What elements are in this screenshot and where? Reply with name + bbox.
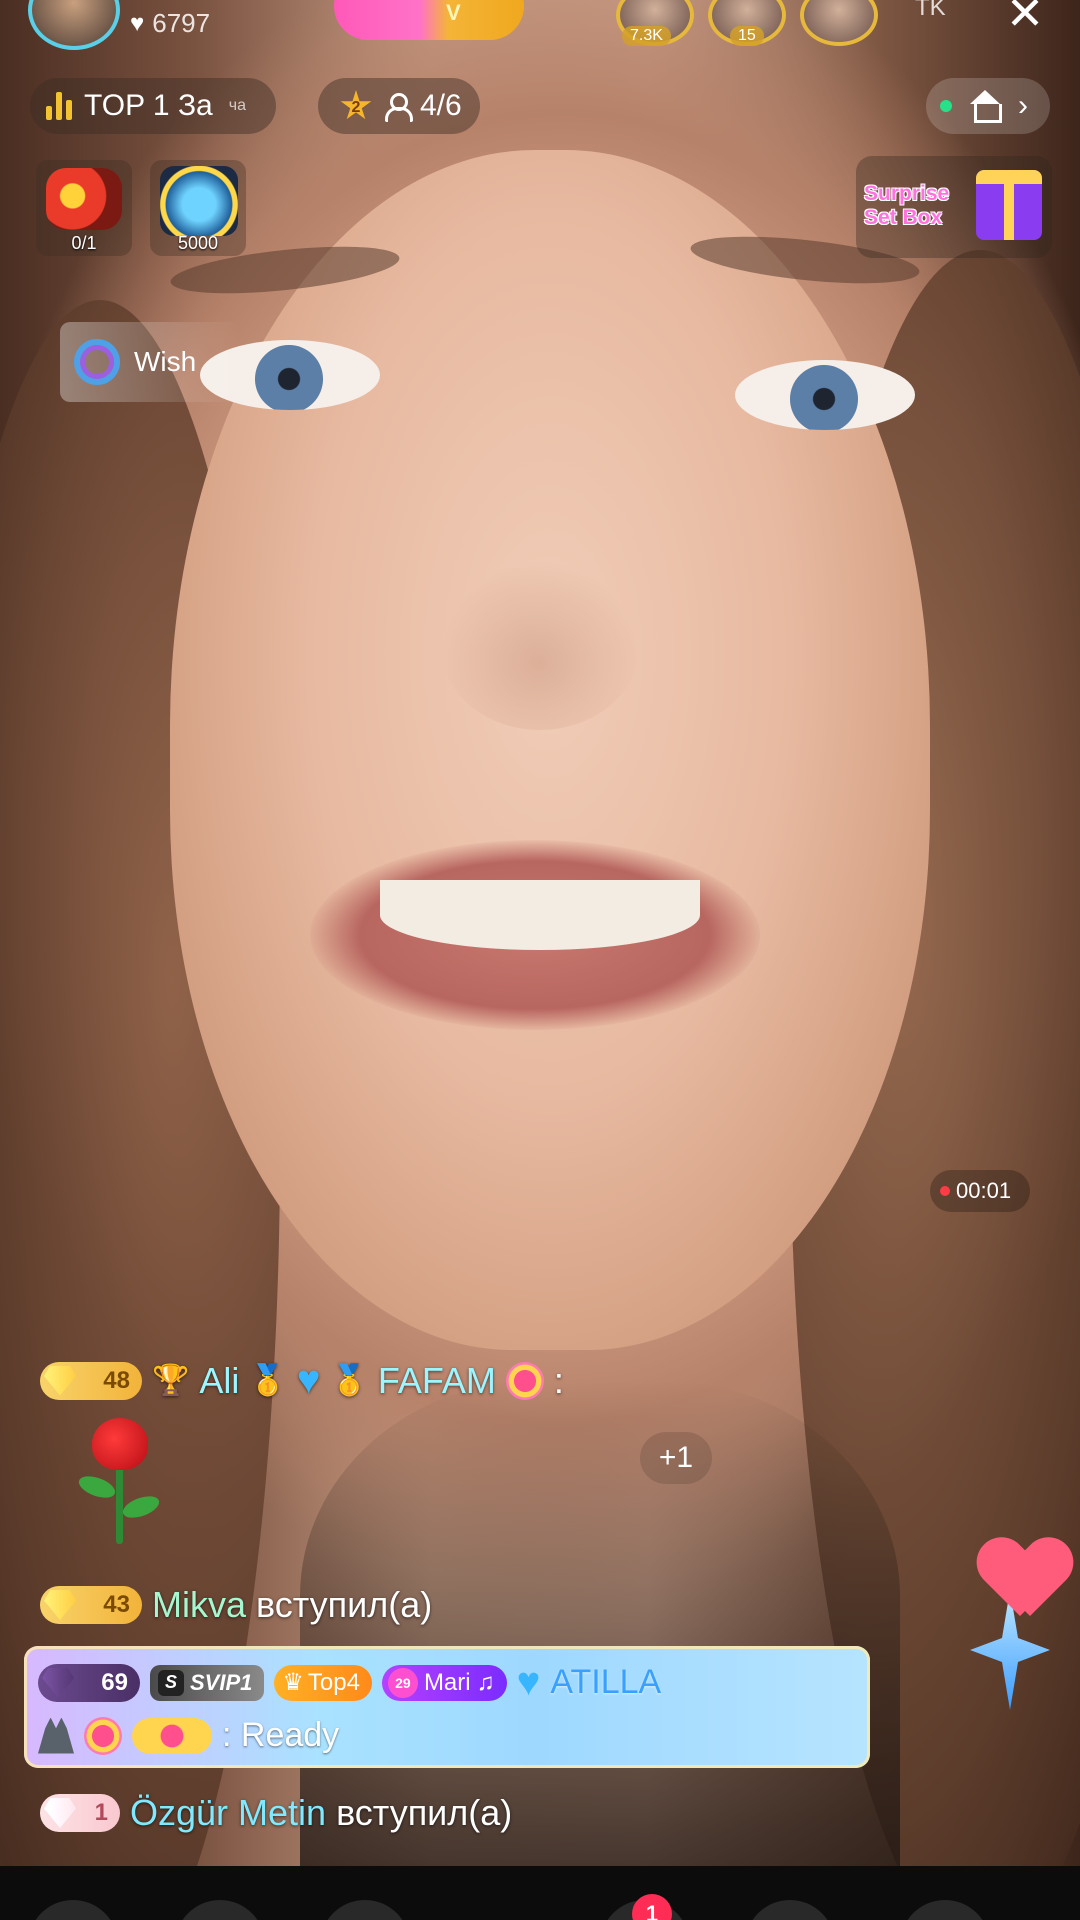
music-note-icon: ♫ xyxy=(476,1668,495,1696)
recording-timer: 00:01 xyxy=(930,1170,1030,1212)
live-stream-video xyxy=(0,0,1080,1920)
wish-button[interactable]: Wish xyxy=(60,322,240,402)
chat-text: : Ready xyxy=(222,1716,340,1754)
follow-pill[interactable] xyxy=(334,0,524,40)
wolf-icon xyxy=(38,1717,74,1754)
chat-message-1[interactable]: 48 🏆 Ali 🥇 ♥ 🥇 FAFAM : xyxy=(40,1358,564,1403)
chevron-right-icon: › xyxy=(1018,89,1028,122)
heart-coin-icon xyxy=(505,1361,544,1400)
chat-username-2[interactable]: FAFAM xyxy=(378,1360,496,1402)
tk-label: TK xyxy=(915,0,946,21)
floating-heart-icon xyxy=(980,1540,1070,1620)
chat-action: вступил(а) xyxy=(256,1584,433,1625)
helmet-icon xyxy=(160,166,238,236)
chat-username[interactable]: ATILLA xyxy=(550,1663,661,1702)
gift-box-icon xyxy=(976,170,1042,240)
chat-username[interactable]: Ali xyxy=(199,1360,239,1402)
medal-icon: 🥇 xyxy=(330,1364,368,1397)
chat-message-2[interactable]: 43 Mikva вступил(а) xyxy=(40,1584,432,1626)
record-dot-icon xyxy=(940,1186,950,1196)
winged-heart-icon xyxy=(132,1717,212,1754)
top-weekly-badge: ♛ Top4 xyxy=(274,1664,372,1701)
eye-right xyxy=(735,360,915,430)
host-level-badge: V xyxy=(446,0,461,25)
guests-count: 4/6 xyxy=(420,89,462,122)
streamer-face xyxy=(170,150,930,1350)
star-level-icon: 2 xyxy=(340,90,372,120)
chat-username[interactable]: Özgür Metin xyxy=(130,1792,326,1834)
svip-s-icon: S xyxy=(158,1669,184,1696)
plus-one-indicator: +1 xyxy=(640,1432,712,1484)
surprise-line1: Surprise xyxy=(864,182,950,205)
chat-message-4[interactable]: 1 Özgür Metin вступил(а) xyxy=(40,1792,512,1834)
medal-icon: 🥇 xyxy=(249,1364,287,1397)
rank-label: TOP 1 За xyxy=(84,89,213,122)
rank-suffix: ча xyxy=(228,97,246,114)
badge-progress: 0/1 xyxy=(71,233,97,253)
surprise-title: Surprise Set Box xyxy=(864,182,949,230)
likes-counter: ♥ 6797 xyxy=(130,8,210,39)
likes-count: 6797 xyxy=(152,8,211,38)
online-status-dot xyxy=(940,100,952,112)
vip-card-body: : Ready xyxy=(38,1716,339,1755)
room-home-pill[interactable]: › xyxy=(926,78,1050,134)
heart-coin-icon xyxy=(84,1716,122,1755)
top-rank-pill[interactable]: TOP 1 За ча xyxy=(30,78,276,134)
fan-club-name: Mari xyxy=(423,1668,471,1696)
chat-suffix: : xyxy=(553,1359,564,1401)
vip-chat-card[interactable]: 69 S SVIP1 ♛ Top4 29 Mari ♫ ♥ ATILLA : R… xyxy=(24,1646,870,1768)
surprise-set-box[interactable]: Surprise Set Box xyxy=(856,156,1052,258)
chat-action: вступил(а) xyxy=(336,1792,513,1833)
event-badge-dragon[interactable]: 0/1 xyxy=(36,160,132,256)
nose xyxy=(440,560,640,730)
rose-gift-icon xyxy=(72,1418,162,1548)
home-icon xyxy=(968,90,1002,123)
user-level-badge: 1 xyxy=(40,1794,120,1832)
trophy-icon: 🏆 xyxy=(152,1364,190,1397)
event-badge-helmet[interactable]: 5000 xyxy=(150,160,246,256)
viewer-count-1: 7.3K xyxy=(622,26,671,46)
wish-label: Wish xyxy=(134,346,197,377)
viewer-count-2: 15 xyxy=(730,26,764,46)
top-label: Top4 xyxy=(307,1668,360,1696)
user-level-badge: 43 xyxy=(40,1586,142,1624)
guests-pill[interactable]: 2 4/6 xyxy=(318,78,480,134)
user-icon xyxy=(384,93,413,122)
teeth xyxy=(380,880,700,950)
blue-heart-icon: ♥ xyxy=(296,1358,321,1402)
fan-club-badge: 29 Mari ♫ xyxy=(381,1664,507,1701)
chat-username[interactable]: Mikva xyxy=(152,1584,246,1626)
rank-bars-icon xyxy=(46,92,72,120)
vip-card-header: 69 S SVIP1 ♛ Top4 29 Mari ♫ ♥ ATILLA xyxy=(38,1660,661,1705)
svip-badge: S SVIP1 xyxy=(150,1664,265,1701)
dragon-icon xyxy=(46,168,122,230)
crown-icon: ♛ xyxy=(282,1669,304,1696)
svip-label: SVIP1 xyxy=(190,1669,253,1695)
surprise-line2: Set Box xyxy=(864,206,943,229)
close-button[interactable]: ✕ xyxy=(1000,0,1050,38)
user-level-badge: 69 xyxy=(38,1663,140,1702)
fan-level: 29 xyxy=(387,1667,418,1698)
blue-heart-icon: ♥ xyxy=(516,1660,541,1704)
wish-ring-icon xyxy=(74,339,120,385)
heart-icon: ♥ xyxy=(130,9,145,37)
user-level-badge: 48 xyxy=(40,1361,142,1400)
recording-time: 00:01 xyxy=(956,1178,1012,1203)
badge-amount: 5000 xyxy=(177,233,219,253)
